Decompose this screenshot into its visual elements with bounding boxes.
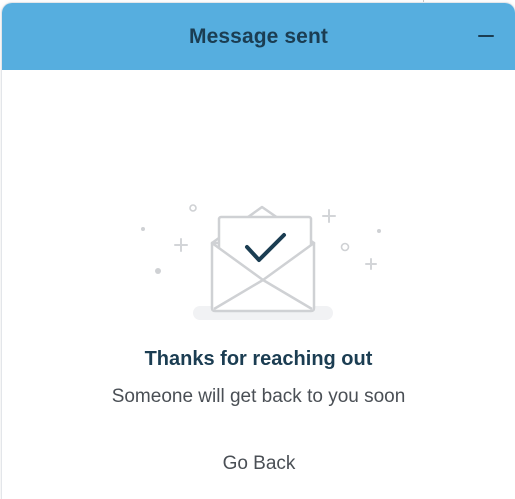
- widget-header: Message sent: [2, 3, 515, 70]
- minimize-button[interactable]: [469, 19, 503, 53]
- minus-icon: [478, 34, 494, 38]
- confirmation-message: Someone will get back to you soon: [111, 386, 406, 407]
- go-back-button[interactable]: Go Back: [208, 448, 310, 480]
- chat-widget: Message sent Thanks for reaching out Som…: [2, 3, 515, 499]
- confirmation-title: Thanks for reaching out: [144, 348, 373, 370]
- envelope-checkmark-icon: [141, 204, 381, 320]
- header-title: Message sent: [189, 24, 328, 48]
